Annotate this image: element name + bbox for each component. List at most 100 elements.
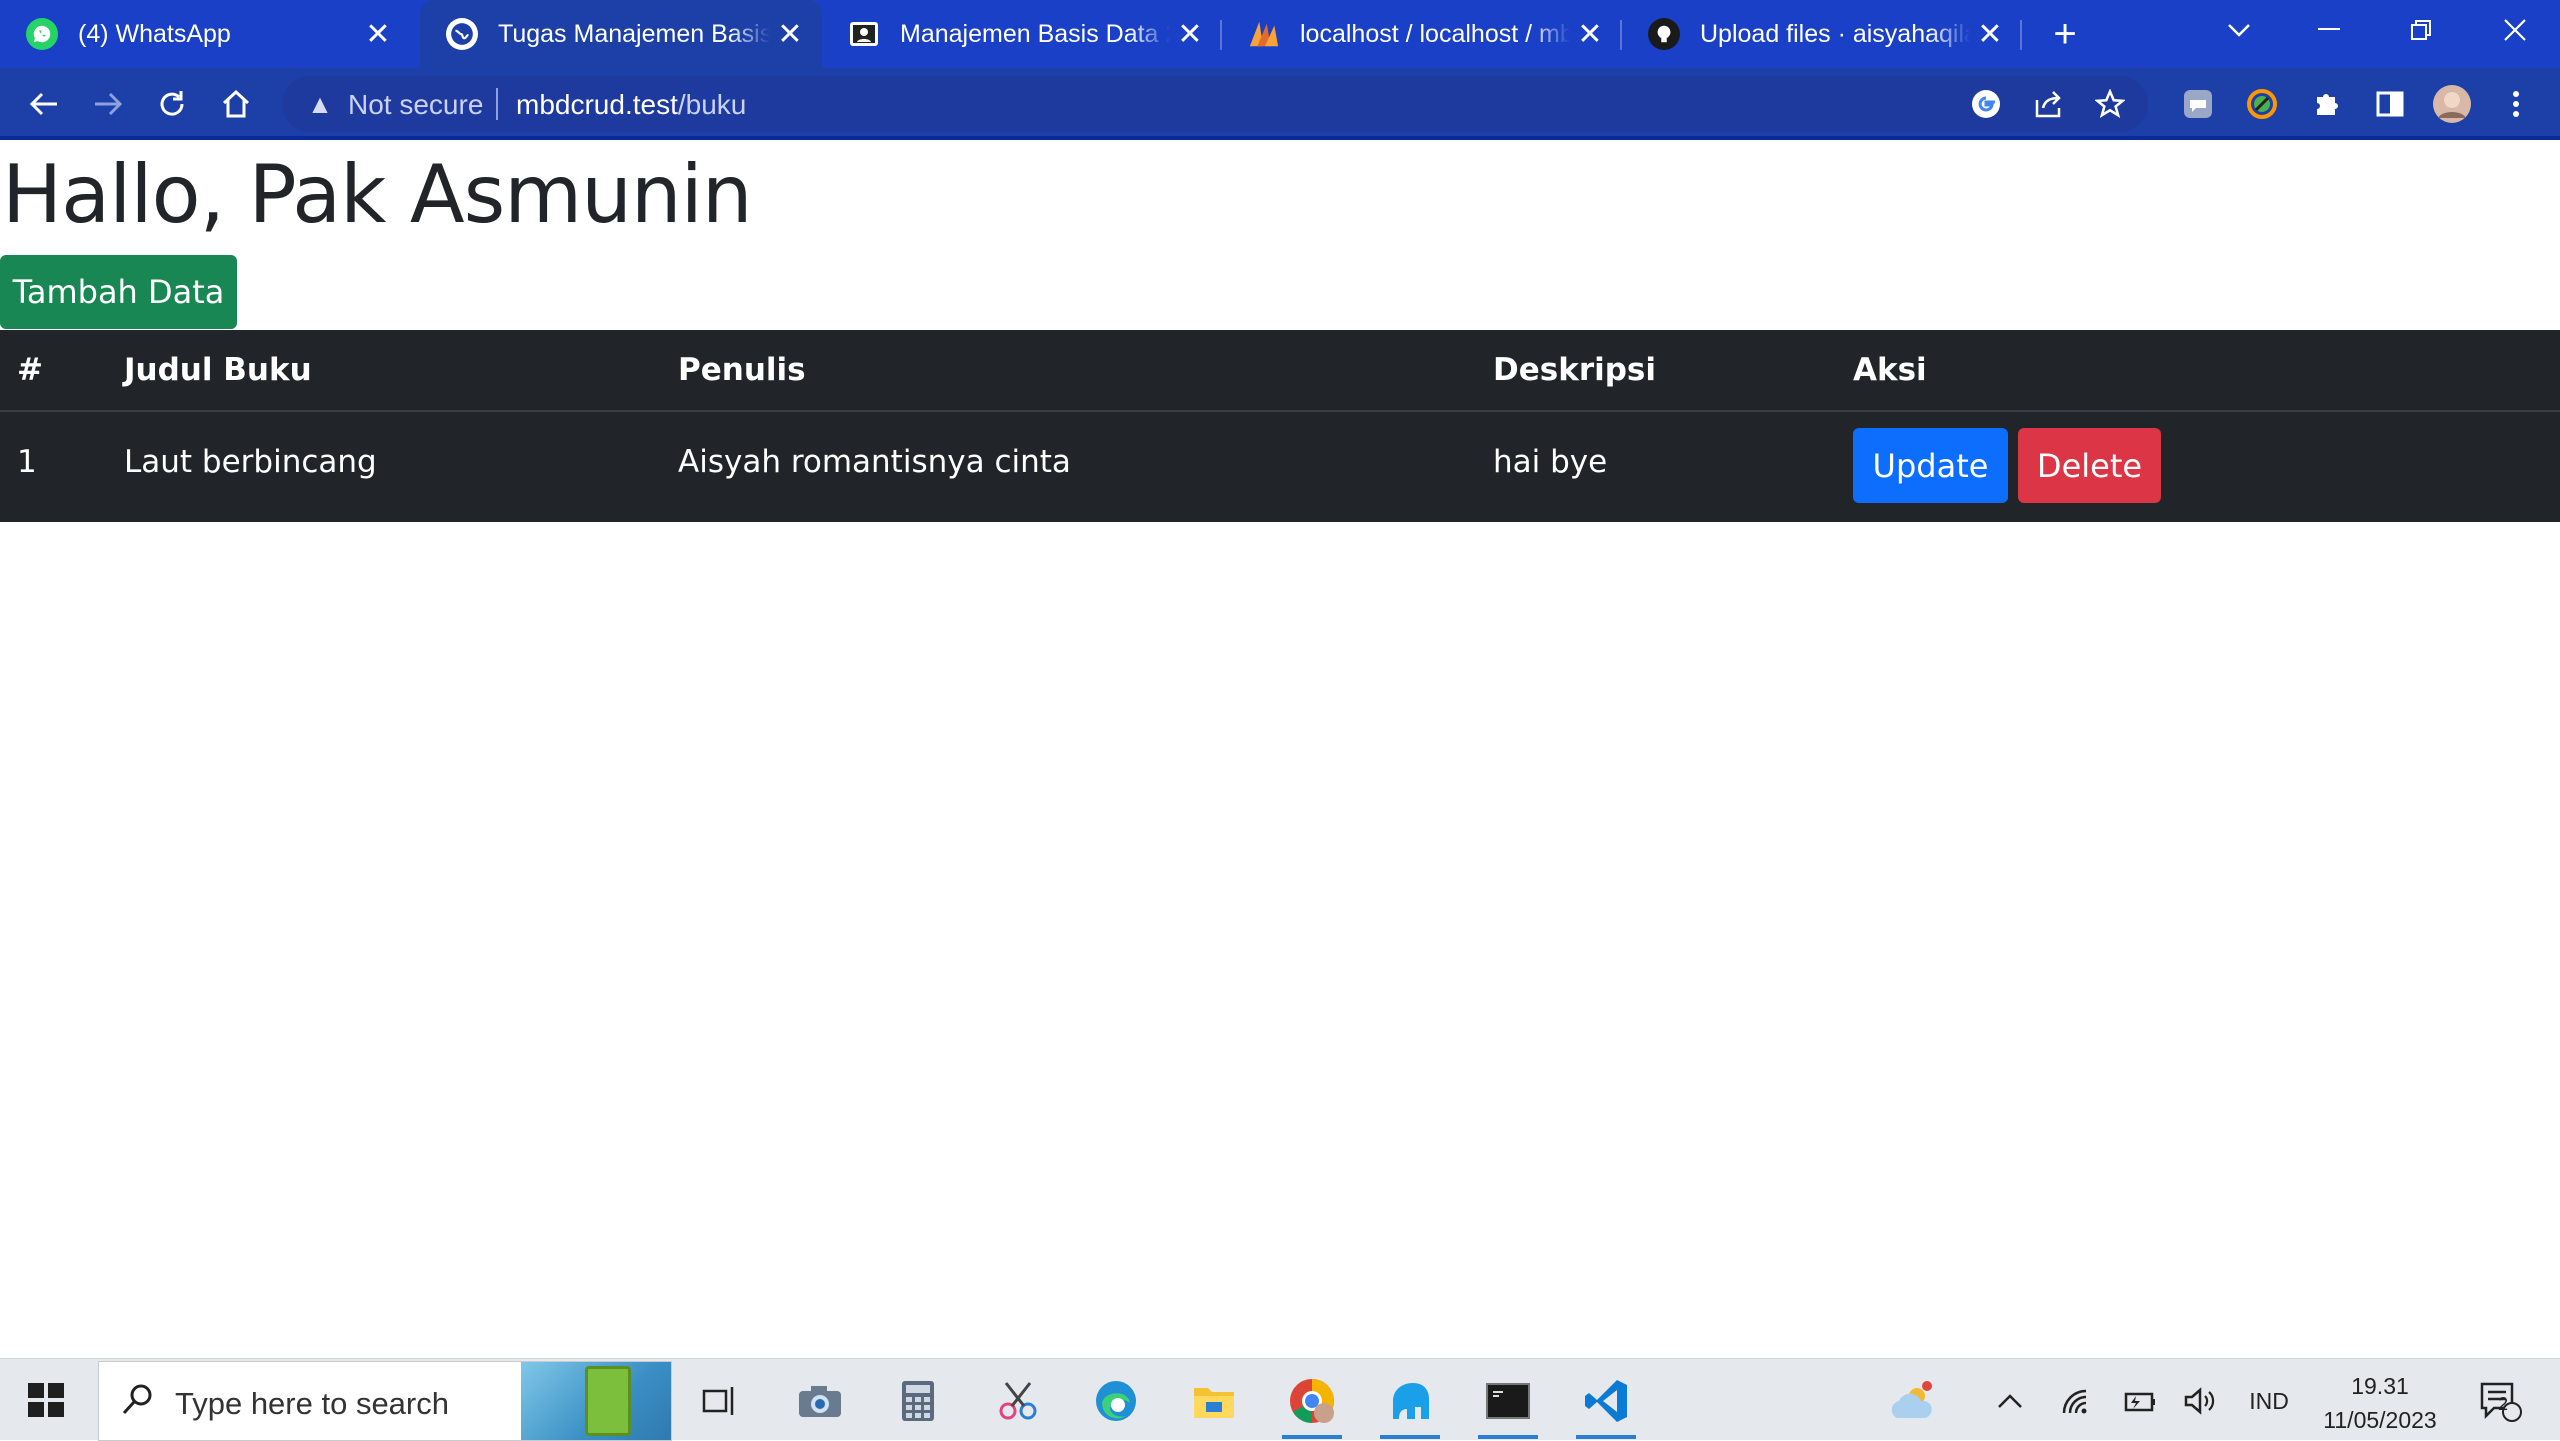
delete-button[interactable]: Delete	[2018, 428, 2161, 503]
terminal-icon	[1486, 1383, 1530, 1419]
table-row: 1 Laut berbincang Aisyah romantisnya cin…	[0, 412, 2560, 522]
search-placeholder: Type here to search	[175, 1386, 449, 1421]
close-icon[interactable]: ✕	[1570, 14, 1610, 54]
show-hidden-icons-chevron-icon[interactable]	[1990, 1379, 2030, 1423]
back-button[interactable]	[22, 82, 66, 126]
close-icon[interactable]: ✕	[1170, 14, 1210, 54]
taskbar-calculator[interactable]	[878, 1365, 958, 1437]
books-table: # Judul Buku Penulis Deskripsi Aksi 1 La…	[0, 330, 2560, 522]
tab-search-button[interactable]	[2194, 0, 2284, 60]
extension-chat-icon[interactable]	[2176, 82, 2220, 126]
forward-button[interactable]	[86, 82, 130, 126]
restore-icon	[2411, 20, 2431, 40]
close-icon[interactable]: ✕	[770, 14, 810, 54]
close-icon[interactable]: ✕	[1970, 14, 2010, 54]
minimize-icon	[2318, 28, 2340, 30]
column-header-judul: Judul Buku	[124, 352, 312, 388]
reload-icon	[160, 91, 184, 116]
url-path: /buku	[677, 89, 747, 120]
taskbar-vscode[interactable]	[1566, 1365, 1646, 1439]
clock-date: 11/05/2023	[2323, 1407, 2437, 1433]
phpmyadmin-icon	[1248, 18, 1280, 50]
start-button[interactable]	[18, 1377, 74, 1423]
vscode-icon	[1585, 1380, 1627, 1422]
update-button[interactable]: Update	[1853, 428, 2008, 503]
task-view-button[interactable]	[680, 1365, 760, 1437]
tab-title: (4) WhatsApp	[78, 19, 231, 48]
battery-icon[interactable]	[2116, 1379, 2160, 1423]
home-button[interactable]	[214, 82, 258, 126]
restore-button[interactable]	[2376, 0, 2466, 60]
notification-center-button[interactable]: 2	[2470, 1379, 2530, 1423]
column-header-number: #	[17, 352, 43, 388]
taskbar-edge[interactable]	[1076, 1365, 1156, 1437]
windows-logo-icon	[28, 1383, 44, 1398]
url-host: mbdcrud.test	[516, 89, 678, 120]
close-icon[interactable]: ✕	[358, 14, 398, 54]
extension-color-icon[interactable]	[2240, 82, 2284, 126]
github-icon	[1648, 18, 1680, 50]
taskbar-file-explorer[interactable]	[1174, 1365, 1254, 1437]
taskbar-snipping-tool[interactable]	[978, 1365, 1058, 1437]
bookmark-star-icon[interactable]	[2090, 86, 2130, 122]
browser-menu-button[interactable]	[2494, 82, 2538, 126]
tab-title: Upload files · aisyahaqilah	[1700, 19, 1970, 48]
add-data-button[interactable]: Tambah Data	[0, 255, 237, 329]
whatsapp-icon	[26, 18, 58, 50]
url-text[interactable]: mbdcrud.test/buku	[516, 89, 746, 121]
search-icon	[121, 1382, 155, 1425]
column-header-aksi: Aksi	[1853, 352, 1927, 388]
new-tab-button[interactable]: +	[2020, 4, 2110, 64]
warning-icon[interactable]: ▲	[304, 88, 336, 120]
back-arrow-icon	[29, 92, 57, 116]
input-language[interactable]: IND	[2244, 1379, 2294, 1423]
taskbar-terminal[interactable]	[1468, 1365, 1548, 1439]
page-title: Hallo, Pak Asmunin	[2, 148, 753, 241]
row-number: 1	[17, 444, 37, 480]
column-header-penulis: Penulis	[678, 352, 806, 388]
tab-title: Tugas Manajemen Basis Data	[498, 19, 770, 48]
tab-title: Manajemen Basis Data 2023	[900, 19, 1170, 48]
taskbar-search-box[interactable]: Type here to search	[98, 1361, 672, 1441]
edge-icon	[1096, 1381, 1136, 1421]
tab-phpmyadmin[interactable]: localhost / localhost / mbdcrud ✕	[1222, 0, 1622, 68]
taskbar-tableplus[interactable]	[1370, 1365, 1450, 1439]
taskbar-camera[interactable]	[780, 1365, 860, 1437]
calculator-icon	[902, 1381, 934, 1421]
share-icon[interactable]	[2028, 86, 2068, 122]
classroom-icon	[848, 18, 880, 50]
minimize-button[interactable]	[2284, 0, 2374, 60]
volume-icon[interactable]	[2178, 1379, 2222, 1423]
security-label[interactable]: Not secure	[348, 89, 483, 121]
wifi-icon[interactable]	[2054, 1379, 2098, 1423]
tab-strip: (4) WhatsApp ✕ Tugas Manajemen Basis Dat…	[0, 0, 2560, 68]
side-panel-icon[interactable]	[2368, 82, 2412, 126]
tab-tugas-mbd[interactable]: Tugas Manajemen Basis Data ✕	[420, 0, 822, 68]
profile-avatar[interactable]	[2430, 82, 2474, 126]
chevron-down-icon	[2228, 24, 2250, 37]
taskbar-chrome[interactable]	[1272, 1365, 1352, 1439]
close-window-button[interactable]	[2470, 0, 2560, 60]
reload-button[interactable]	[150, 82, 194, 126]
address-bar[interactable]: ▲ Not secure mbdcrud.test/buku	[282, 76, 2148, 132]
author-cell: Aisyah romantisnya cinta	[678, 444, 1071, 480]
windows-taskbar: Type here to search IND 19.31 11/05/2023…	[0, 1358, 2560, 1441]
folder-icon	[1194, 1388, 1234, 1418]
chrome-icon	[1290, 1379, 1334, 1423]
camera-icon	[799, 1386, 841, 1417]
clock-time: 19.31	[2351, 1373, 2409, 1399]
google-icon[interactable]	[1966, 86, 2006, 122]
taskbar-clock[interactable]: 19.31 11/05/2023	[2320, 1369, 2440, 1437]
tab-title: localhost / localhost / mbdcrud	[1300, 19, 1570, 48]
scissors-icon	[999, 1382, 1037, 1420]
tab-classroom[interactable]: Manajemen Basis Data 2023 ✕	[822, 0, 1222, 68]
page-content: Hallo, Pak Asmunin Tambah Data # Judul B…	[0, 144, 2560, 1358]
tab-github[interactable]: Upload files · aisyahaqilah ✕	[1622, 0, 2022, 68]
kebab-menu-icon	[2513, 91, 2519, 117]
tab-whatsapp[interactable]: (4) WhatsApp ✕	[0, 0, 410, 68]
description-cell: hai bye	[1493, 444, 1608, 480]
extensions-puzzle-icon[interactable]	[2304, 82, 2348, 126]
omnibox-divider	[496, 88, 498, 120]
browser-toolbar: ▲ Not secure mbdcrud.test/buku	[0, 68, 2560, 140]
weather-icon[interactable]	[1880, 1379, 1950, 1423]
